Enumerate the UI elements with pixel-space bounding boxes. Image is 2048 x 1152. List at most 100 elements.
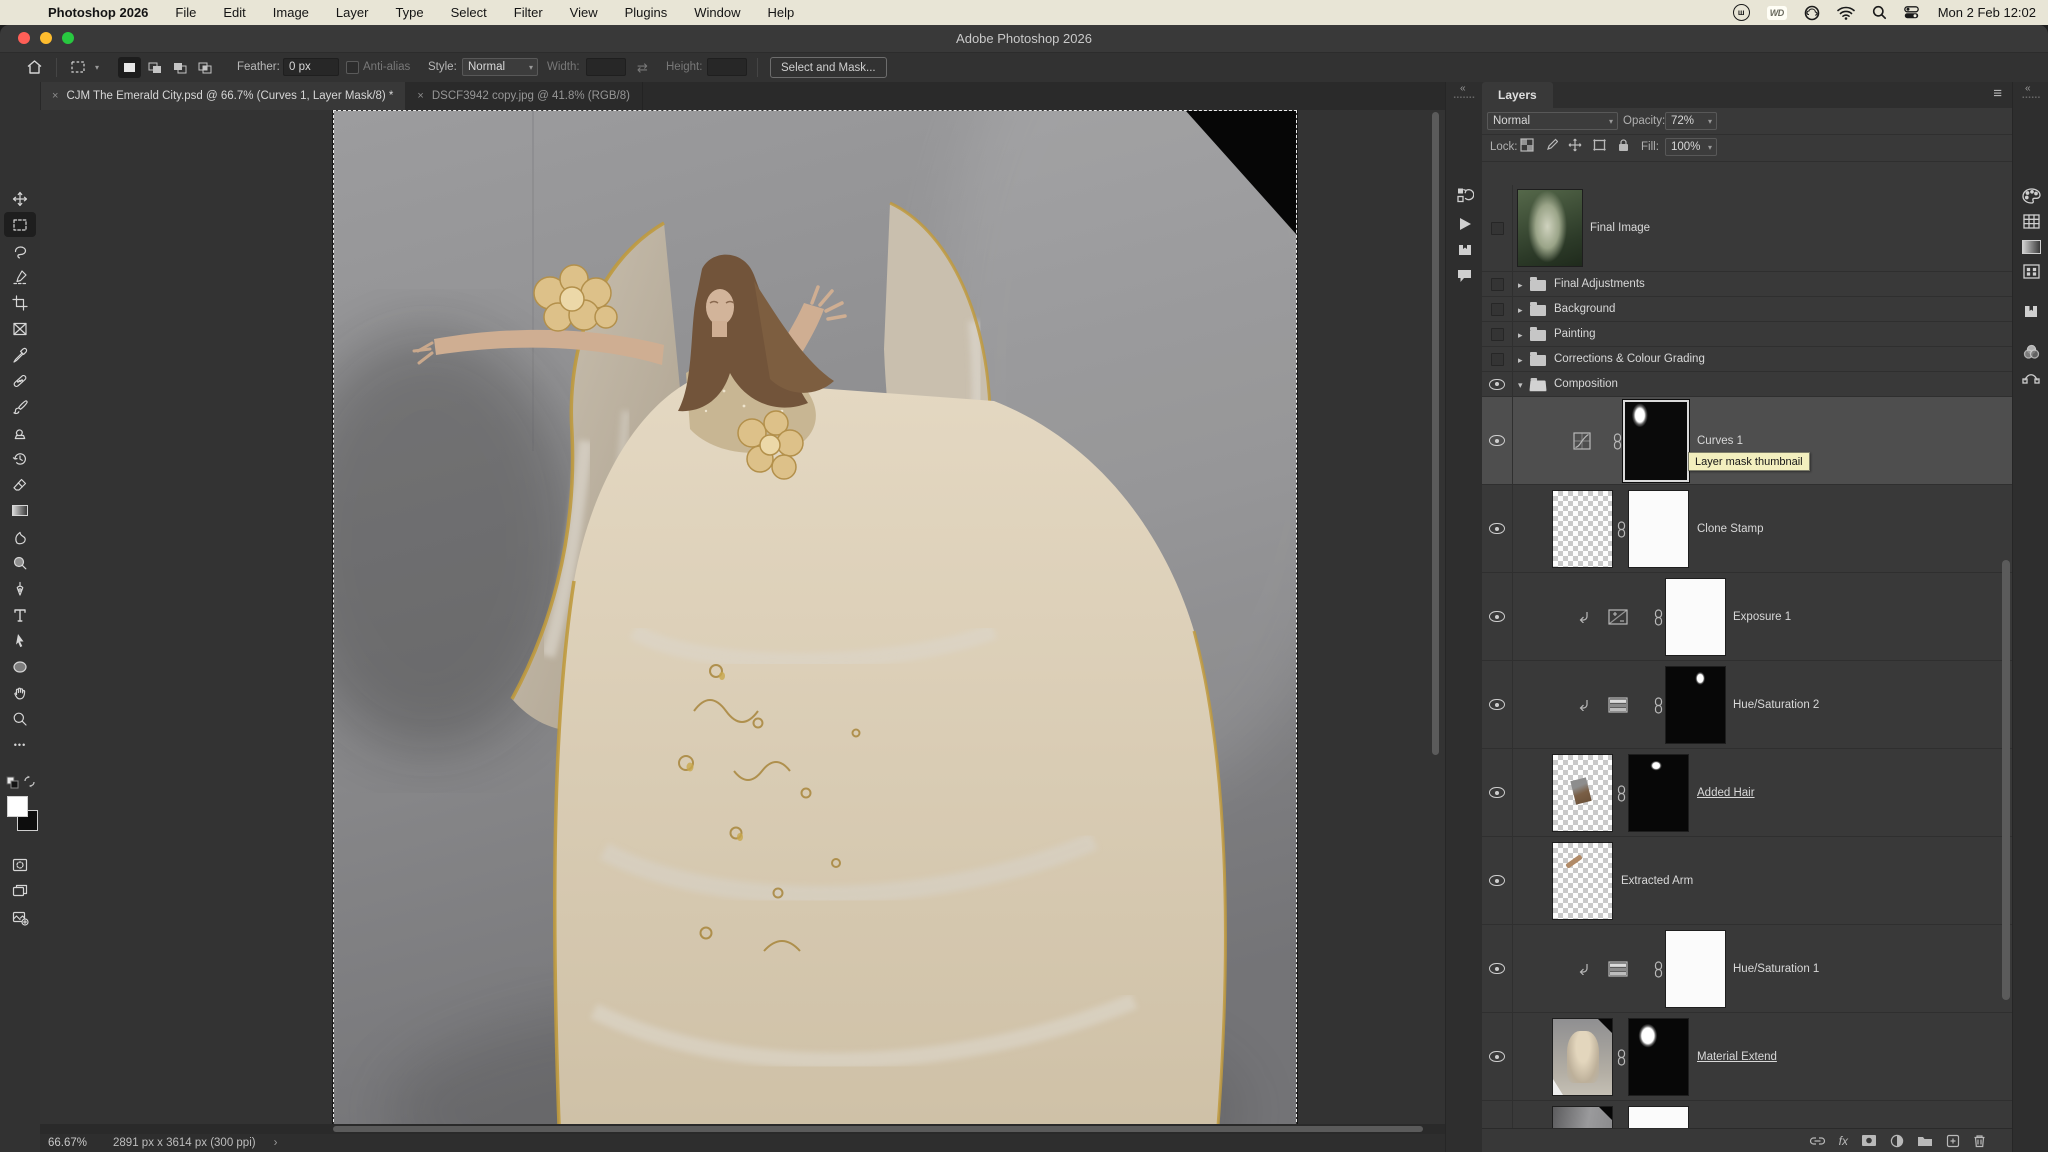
visibility-toggle-off[interactable] [1491, 278, 1504, 291]
close-tab-icon[interactable]: × [52, 90, 58, 102]
layer-name[interactable]: Hue/Saturation 2 [1733, 699, 1819, 711]
visibility-eye-icon[interactable] [1489, 379, 1505, 390]
delete-layer-trash-icon[interactable] [1973, 1134, 1986, 1148]
new-layer-icon[interactable] [1946, 1134, 1960, 1148]
menu-help[interactable]: Help [768, 5, 795, 20]
blend-mode-select[interactable]: Normal▾ [1487, 112, 1618, 130]
type-tool[interactable] [4, 602, 36, 627]
frame-tool[interactable] [4, 316, 36, 341]
width-input[interactable] [586, 58, 626, 76]
exposure-adjustment-icon[interactable] [1608, 609, 1628, 625]
menu-layer[interactable]: Layer [336, 5, 369, 20]
layer-mask-thumbnail[interactable] [1628, 490, 1689, 568]
creative-cloud-icon[interactable] [1804, 5, 1820, 21]
control-center-icon[interactable] [1904, 6, 1919, 19]
layer-row-material-extend[interactable]: Material Extend [1482, 1013, 2012, 1101]
lock-position-icon[interactable] [1568, 138, 1582, 152]
layer-mask-thumbnail[interactable] [1665, 578, 1726, 656]
layer-thumbnail[interactable] [1552, 1106, 1613, 1128]
mask-link-icon[interactable] [1653, 961, 1664, 978]
document-tab-active[interactable]: × CJM The Emerald City.psd @ 66.7% (Curv… [40, 82, 405, 110]
layer-mask-thumbnail[interactable] [1628, 1018, 1689, 1096]
layer-group-painting[interactable]: ▸ Painting [1482, 322, 2012, 347]
layer-row-curves-1[interactable]: Curves 1 [1482, 397, 2012, 485]
libraries-panel-icon[interactable] [1446, 242, 1483, 257]
spotlight-search-icon[interactable] [1872, 5, 1887, 20]
object-selection-tool[interactable] [4, 264, 36, 289]
wd-drive-icon[interactable]: WD [1767, 6, 1787, 20]
add-to-selection-mode-button[interactable] [143, 57, 166, 78]
visibility-eye-icon[interactable] [1489, 435, 1505, 446]
visibility-eye-icon[interactable] [1489, 611, 1505, 622]
visibility-eye-icon[interactable] [1489, 699, 1505, 710]
lock-transparency-icon[interactable] [1520, 138, 1534, 152]
visibility-toggle-off[interactable] [1491, 353, 1504, 366]
expand-chevron-icon[interactable]: ▸ [1518, 305, 1523, 316]
swap-dimensions-icon[interactable]: ⇄ [637, 60, 648, 76]
layer-row-added-hair[interactable]: Added Hair [1482, 749, 2012, 837]
layer-group-background[interactable]: ▸ Background [1482, 297, 2012, 322]
menu-image[interactable]: Image [273, 5, 309, 20]
home-icon[interactable] [26, 59, 43, 75]
canvas-vertical-scrollbar[interactable] [1432, 112, 1439, 755]
subtract-from-selection-mode-button[interactable] [168, 57, 191, 78]
opacity-input[interactable]: 72%▾ [1665, 112, 1717, 130]
layer-name[interactable]: Clone Stamp [1697, 523, 1763, 535]
visibility-eye-icon[interactable] [1489, 523, 1505, 534]
curves-adjustment-icon[interactable] [1573, 432, 1591, 450]
quick-mask-icon[interactable] [4, 852, 36, 877]
layer-row-hue-saturation-2[interactable]: Hue/Saturation 2 [1482, 661, 2012, 749]
layer-mask-thumbnail[interactable] [1628, 1106, 1689, 1128]
height-input[interactable] [707, 58, 747, 76]
select-and-mask-button[interactable]: Select and Mask... [770, 57, 887, 78]
layer-thumbnail[interactable] [1552, 1018, 1613, 1096]
link-layers-icon[interactable] [1809, 1136, 1826, 1146]
menu-clock[interactable]: Mon 2 Feb 12:02 [1938, 5, 2036, 20]
canvas-horizontal-scrollbar[interactable] [333, 1126, 1423, 1132]
group-name[interactable]: Background [1554, 303, 1615, 315]
comments-panel-icon[interactable] [1446, 268, 1483, 283]
menu-filter[interactable]: Filter [514, 5, 543, 20]
layer-row-hue-saturation-1[interactable]: Hue/Saturation 1 [1482, 925, 2012, 1013]
mask-link-icon[interactable] [1612, 433, 1623, 450]
add-layer-mask-icon[interactable] [1861, 1134, 1877, 1147]
history-brush-tool[interactable] [4, 446, 36, 471]
expand-chevron-icon[interactable]: ▸ [1518, 330, 1523, 341]
layer-group-final-adjustments[interactable]: ▸ Final Adjustments [1482, 272, 2012, 297]
layer-thumbnail[interactable] [1517, 189, 1583, 267]
layer-name[interactable]: Added Hair [1697, 787, 1755, 799]
path-selection-tool[interactable] [4, 628, 36, 653]
lock-image-icon[interactable] [1544, 138, 1558, 152]
layer-style-fx-icon[interactable]: fx [1839, 1134, 1848, 1148]
mask-link-icon[interactable] [1616, 521, 1627, 538]
menu-file[interactable]: File [175, 5, 196, 20]
new-group-folder-icon[interactable] [1917, 1134, 1933, 1147]
zoom-level-field[interactable]: 66.67% [48, 1137, 87, 1149]
color-panel-icon[interactable] [2013, 188, 2048, 204]
collapse-chevron-icon[interactable]: ▾ [1518, 380, 1523, 391]
anti-alias-checkbox[interactable] [346, 61, 359, 74]
hue-saturation-adjustment-icon[interactable] [1608, 961, 1628, 977]
foreground-color-swatch[interactable] [7, 796, 28, 817]
edit-toolbar-button[interactable]: ••• [4, 732, 36, 757]
swap-colors-icon[interactable] [23, 775, 36, 788]
expand-chevron-icon[interactable]: ▸ [1518, 355, 1523, 366]
layer-row-final-image[interactable]: Final Image [1482, 185, 2012, 272]
pen-tool[interactable] [4, 576, 36, 601]
gradient-tool[interactable] [4, 498, 36, 523]
layer-group-corrections[interactable]: ▸ Corrections & Colour Grading [1482, 347, 2012, 372]
feather-input[interactable]: 0 px [283, 58, 339, 76]
layer-name[interactable]: Final Image [1590, 222, 1650, 234]
history-panel-icon[interactable] [1446, 186, 1483, 204]
layer-row-exposure-1[interactable]: Exposure 1 [1482, 573, 2012, 661]
dodge-tool[interactable] [4, 550, 36, 575]
channels-panel-icon[interactable] [2013, 344, 2048, 360]
expand-chevron-icon[interactable]: ▸ [1518, 280, 1523, 291]
lasso-tool[interactable] [4, 238, 36, 263]
layer-thumbnail[interactable] [1552, 490, 1613, 568]
app-menu-name[interactable]: Photoshop 2026 [48, 5, 148, 20]
default-colors-icon[interactable] [6, 776, 19, 789]
menu-edit[interactable]: Edit [223, 5, 245, 20]
group-name[interactable]: Final Adjustments [1554, 278, 1645, 290]
hand-tool[interactable] [4, 680, 36, 705]
